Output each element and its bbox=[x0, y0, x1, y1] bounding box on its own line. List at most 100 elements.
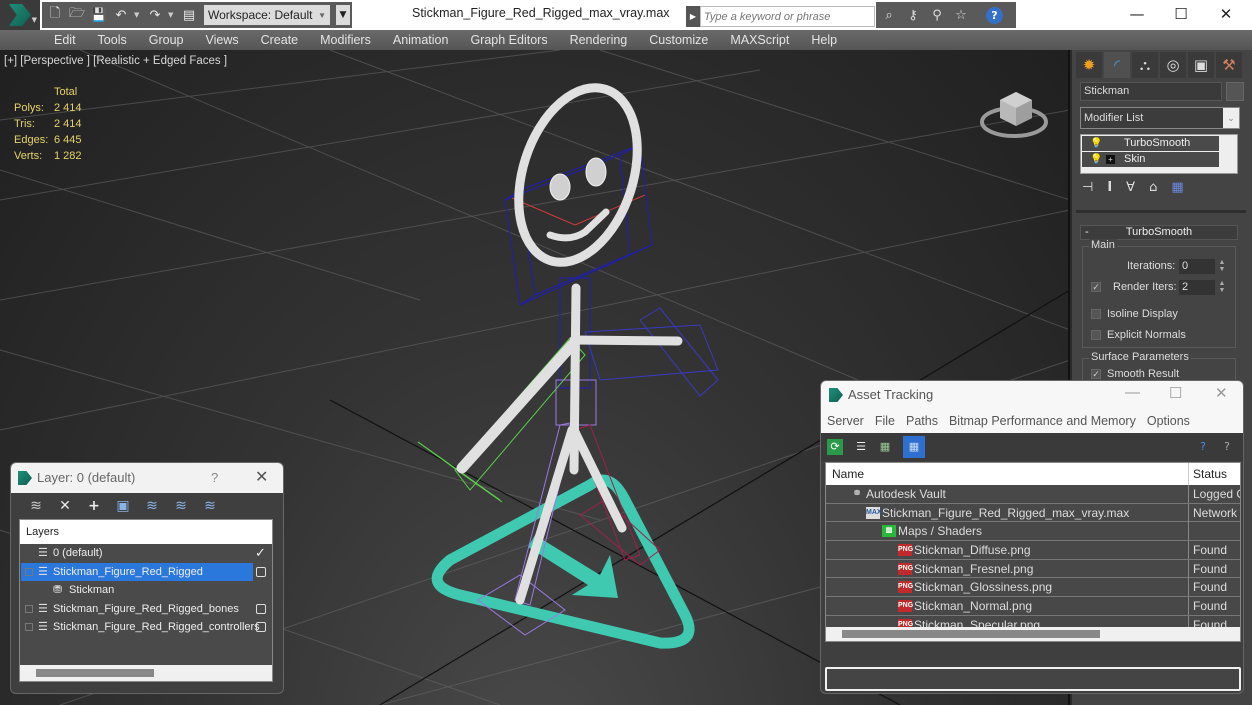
scrollbar-thumb[interactable] bbox=[36, 669, 154, 677]
expand-toggle[interactable] bbox=[25, 604, 33, 613]
table-row[interactable]: PNG Stickman_Normal.png Found bbox=[826, 597, 1240, 616]
maximize-button[interactable]: ☐ bbox=[1158, 0, 1204, 28]
stack-item-skin[interactable]: 💡 + Skin bbox=[1082, 152, 1219, 167]
table-row[interactable]: ▨ Maps / Shaders bbox=[826, 522, 1240, 542]
customize-toolbar-button[interactable]: ▼ bbox=[336, 5, 350, 25]
menu-help[interactable]: Help bbox=[811, 33, 837, 47]
undo-dropdown-icon[interactable]: ▼ bbox=[134, 11, 142, 19]
table-row[interactable]: PNG Stickman_Glossiness.png Found bbox=[826, 578, 1240, 598]
layer-row[interactable]: ☰ 0 (default) ✓ bbox=[20, 544, 272, 563]
motion-tab[interactable]: ◎ bbox=[1160, 52, 1186, 78]
modify-tab[interactable]: ◜ bbox=[1104, 52, 1130, 78]
new-file-icon[interactable]: 🗋 bbox=[46, 6, 64, 24]
save-icon[interactable]: 💾 bbox=[90, 6, 108, 24]
table-row[interactable]: PNG Stickman_Fresnel.png Found bbox=[826, 559, 1240, 579]
help-icon[interactable]: ? bbox=[986, 6, 1003, 24]
menu-group[interactable]: Group bbox=[149, 33, 184, 47]
iterations-spinner[interactable]: 0 bbox=[1179, 259, 1215, 274]
table-row[interactable]: ⛃ Autodesk Vault Logged Out bbox=[826, 485, 1240, 504]
minimize-button[interactable]: — bbox=[1125, 384, 1140, 401]
binoculars-icon[interactable]: ⌕ bbox=[880, 6, 898, 24]
horizontal-scrollbar[interactable] bbox=[20, 665, 272, 681]
menu-tools[interactable]: Tools bbox=[98, 33, 127, 47]
satellite-icon[interactable]: ⚲ bbox=[928, 6, 946, 24]
menu-modifiers[interactable]: Modifiers bbox=[320, 33, 371, 47]
menu-paths[interactable]: Paths bbox=[906, 414, 938, 428]
modifier-list-dropdown[interactable]: Modifier List ⌄ bbox=[1080, 107, 1240, 129]
render-iters-spinner[interactable]: 2 bbox=[1179, 280, 1215, 295]
close-button[interactable]: ✕ bbox=[1215, 384, 1228, 402]
redo-dropdown-icon[interactable]: ▼ bbox=[168, 11, 176, 19]
smooth-result-checkbox[interactable]: ✓ bbox=[1091, 369, 1101, 379]
dialog-title-bar[interactable]: Asset Tracking — ☐ ✕ bbox=[821, 381, 1243, 409]
scrollbar-thumb[interactable] bbox=[842, 630, 1100, 638]
create-tab[interactable]: ✹ bbox=[1076, 52, 1102, 78]
menu-edit[interactable]: Edit bbox=[54, 33, 76, 47]
search-input[interactable] bbox=[700, 6, 875, 27]
menu-file[interactable]: File bbox=[875, 414, 895, 428]
spinner-arrows-icon[interactable]: ▲ ▼ bbox=[1217, 280, 1227, 295]
close-button[interactable]: ✕ bbox=[255, 467, 268, 487]
object-name-field[interactable]: Stickman bbox=[1080, 82, 1222, 101]
table-view-icon[interactable]: ▦ bbox=[903, 436, 925, 458]
utilities-tab[interactable]: ⚒ bbox=[1216, 52, 1242, 78]
set-current-layer-icon[interactable]: ≋ bbox=[172, 498, 190, 514]
table-row[interactable]: PNG Stickman_Diffuse.png Found bbox=[826, 541, 1240, 560]
display-tab[interactable]: ▣ bbox=[1188, 52, 1214, 78]
lightbulb-icon[interactable]: 💡 bbox=[1090, 152, 1102, 167]
make-unique-icon[interactable]: ∀ bbox=[1126, 180, 1135, 195]
path-status-field[interactable] bbox=[825, 667, 1241, 691]
object-color-swatch[interactable] bbox=[1226, 82, 1244, 101]
isoline-checkbox[interactable] bbox=[1091, 309, 1101, 319]
list-view-icon[interactable]: ☰ bbox=[853, 439, 869, 455]
layers-column-header[interactable]: Layers bbox=[20, 520, 272, 544]
configure-modifier-sets-icon[interactable]: ▦ bbox=[1171, 180, 1183, 195]
minimize-button[interactable]: — bbox=[1114, 0, 1160, 28]
show-end-result-icon[interactable]: I bbox=[1107, 180, 1112, 195]
expand-box-icon[interactable]: + bbox=[1106, 155, 1115, 164]
table-row[interactable]: MAX Stickman_Figure_Red_Rigged_max_vray.… bbox=[826, 503, 1240, 523]
layer-checkbox[interactable] bbox=[256, 622, 266, 632]
add-icon[interactable]: + bbox=[85, 498, 103, 514]
select-layer-icon[interactable]: ≋ bbox=[143, 498, 161, 514]
layer-row[interactable]: ⛃ Stickman bbox=[20, 581, 272, 600]
menu-options[interactable]: Options bbox=[1147, 414, 1190, 428]
layer-settings-icon[interactable]: ≋ bbox=[201, 498, 219, 514]
help-icon[interactable]: ? bbox=[1195, 439, 1211, 455]
help-button[interactable]: ? bbox=[211, 470, 218, 485]
layer-row[interactable]: ☰ Stickman_Figure_Red_Rigged bbox=[20, 562, 272, 582]
menu-server[interactable]: Server bbox=[827, 414, 864, 428]
delete-icon[interactable]: ✕ bbox=[56, 498, 74, 514]
menu-customize[interactable]: Customize bbox=[649, 33, 708, 47]
help-info-icon[interactable]: ? bbox=[1219, 439, 1235, 455]
star-icon[interactable]: ☆ bbox=[952, 6, 970, 24]
remove-modifier-icon[interactable]: ⌂ bbox=[1149, 180, 1157, 195]
menu-maxscript[interactable]: MAXScript bbox=[730, 33, 789, 47]
close-button[interactable]: ✕ bbox=[1203, 0, 1249, 28]
menu-graph-editors[interactable]: Graph Editors bbox=[470, 33, 547, 47]
render-iters-checkbox[interactable]: ✓ bbox=[1091, 282, 1101, 292]
expand-toggle[interactable] bbox=[25, 567, 33, 576]
viewcube[interactable] bbox=[978, 80, 1050, 140]
menu-views[interactable]: Views bbox=[205, 33, 238, 47]
lightbulb-icon[interactable]: 💡 bbox=[1090, 136, 1102, 151]
explicit-normals-checkbox[interactable] bbox=[1091, 330, 1101, 340]
select-objects-icon[interactable]: ▣ bbox=[114, 498, 132, 514]
layer-row[interactable]: ☰ Stickman_Figure_Red_Rigged_bones bbox=[20, 600, 272, 619]
dialog-title-bar[interactable]: Layer: 0 (default) ? ✕ bbox=[11, 463, 283, 493]
layer-checkbox[interactable] bbox=[256, 603, 266, 614]
column-header-status[interactable]: Status bbox=[1188, 463, 1227, 485]
search-expand-icon[interactable]: ▶ bbox=[686, 6, 700, 27]
open-folder-icon[interactable]: 🗁 bbox=[68, 6, 86, 24]
new-layer-icon[interactable]: ≋ bbox=[27, 498, 45, 514]
rollout-header[interactable]: - TurboSmooth bbox=[1080, 225, 1238, 240]
key-icon[interactable]: ⚷ bbox=[904, 6, 922, 24]
workspace-select[interactable]: Workspace: Default ▼ bbox=[204, 5, 330, 25]
menu-create[interactable]: Create bbox=[261, 33, 299, 47]
menu-animation[interactable]: Animation bbox=[393, 33, 449, 47]
horizontal-scrollbar[interactable] bbox=[826, 627, 1240, 641]
app-menu-button[interactable]: ▼ bbox=[0, 0, 40, 30]
viewport-label-menu[interactable]: [+] [Perspective ] [Realistic + Edged Fa… bbox=[4, 55, 227, 67]
layer-checkbox[interactable] bbox=[256, 566, 266, 577]
redo-icon[interactable]: ↷ bbox=[146, 6, 164, 24]
